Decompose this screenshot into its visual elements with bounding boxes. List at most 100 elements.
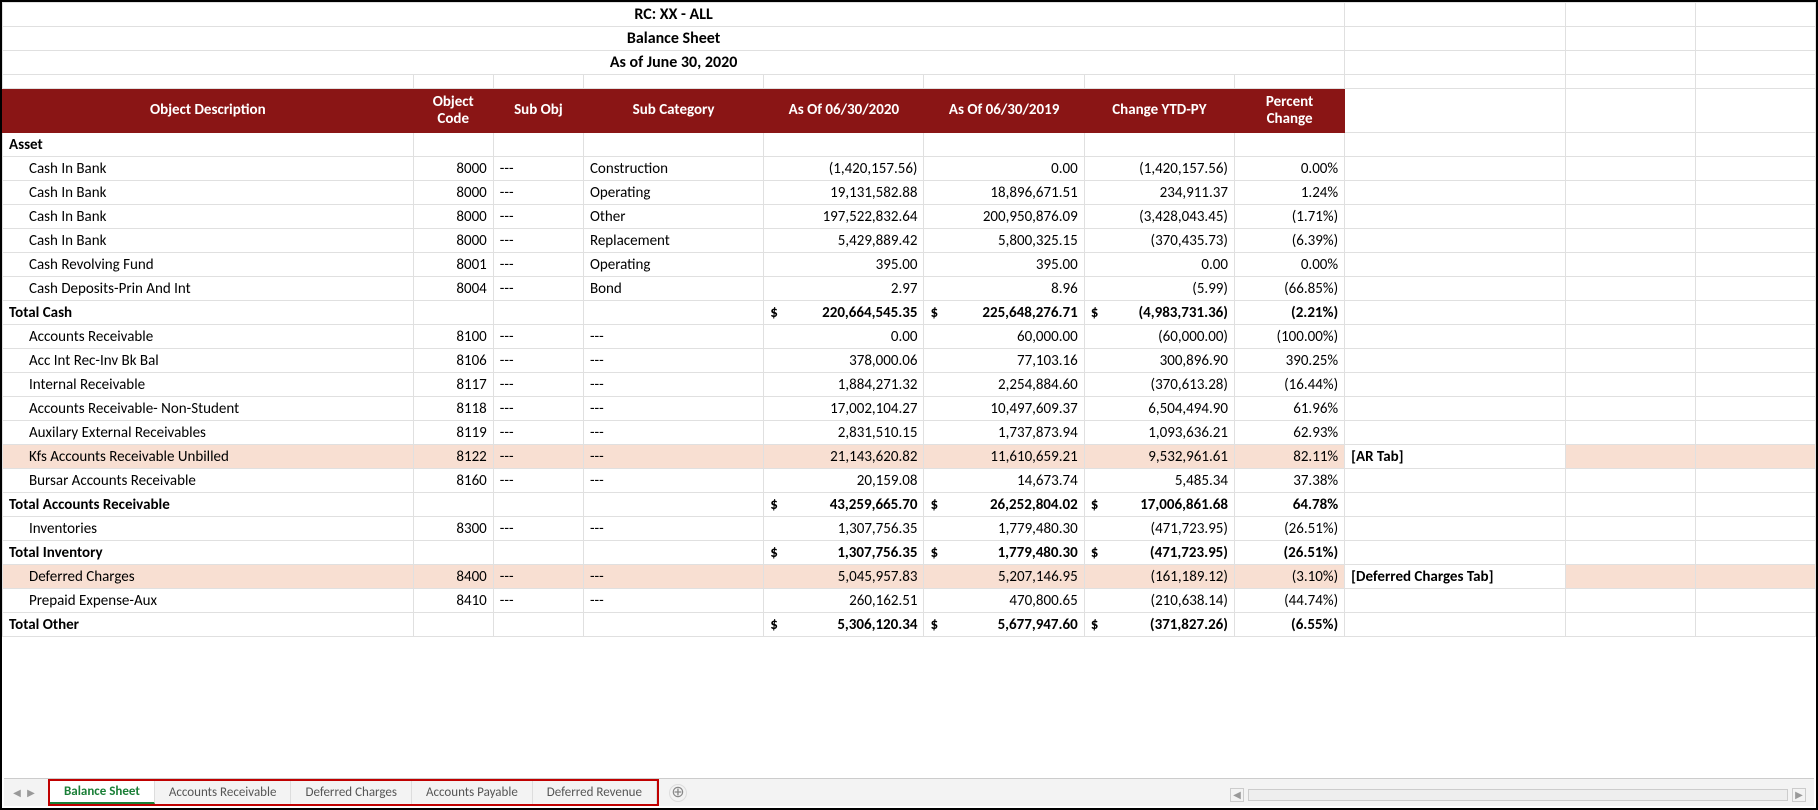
- cell-pct: (26.51%): [1234, 517, 1344, 541]
- cell-chg: (5.99): [1084, 277, 1234, 301]
- cell-pct: 82.11%: [1234, 445, 1344, 469]
- cell-v1: 5,045,957.83: [764, 565, 924, 589]
- cell-description: Auxilary External Receivables: [3, 421, 414, 445]
- table-row: Cash In Bank8000---Replacement5,429,889.…: [3, 229, 1816, 253]
- cell-v2: 11,610,659.21: [924, 445, 1084, 469]
- cell-v1: 378,000.06: [764, 349, 924, 373]
- total-v2: $225,648,276.71: [924, 301, 1084, 325]
- cell-chg: 1,093,636.21: [1084, 421, 1234, 445]
- cell-category: ---: [583, 589, 763, 613]
- cell-category: ---: [583, 421, 763, 445]
- cell-description: Cash In Bank: [3, 229, 414, 253]
- cell-chg: 234,911.37: [1084, 181, 1234, 205]
- cell-v2: 0.00: [924, 157, 1084, 181]
- tab-accounts-payable[interactable]: Accounts Payable: [412, 781, 533, 804]
- cell-sub: ---: [493, 373, 583, 397]
- col-as-of-2019: As Of 06/30/2019: [924, 89, 1084, 133]
- cell-category: ---: [583, 469, 763, 493]
- cell-sub: ---: [493, 445, 583, 469]
- table-row: Inventories8300------1,307,756.351,779,4…: [3, 517, 1816, 541]
- cell-sub: ---: [493, 157, 583, 181]
- cell-pct: (44.74%): [1234, 589, 1344, 613]
- total-v2: $1,779,480.30: [924, 541, 1084, 565]
- cell-v2: 200,950,876.09: [924, 205, 1084, 229]
- total-chg: $17,006,861.68: [1084, 493, 1234, 517]
- cell-pct: 1.24%: [1234, 181, 1344, 205]
- cell-pct: 62.93%: [1234, 421, 1344, 445]
- total-chg: $(371,827.26): [1084, 613, 1234, 637]
- balance-sheet-grid: RC: XX - ALL Balance Sheet As of June 30…: [2, 2, 1816, 637]
- cell-category: ---: [583, 517, 763, 541]
- cell-v1: (1,420,157.56): [764, 157, 924, 181]
- new-sheet-button[interactable]: ⊕: [669, 784, 687, 802]
- cell-description: Internal Receivable: [3, 373, 414, 397]
- total-chg: $(4,983,731.36): [1084, 301, 1234, 325]
- cell-pct: (6.39%): [1234, 229, 1344, 253]
- col-sub-category: Sub Category: [583, 89, 763, 133]
- cell-sub: ---: [493, 349, 583, 373]
- table-row: Deferred Charges8400------5,045,957.835,…: [3, 565, 1816, 589]
- cell-chg: 0.00: [1084, 253, 1234, 277]
- cell-v2: 10,497,609.37: [924, 397, 1084, 421]
- total-row: Total Inventory$1,307,756.35$1,779,480.3…: [3, 541, 1816, 565]
- total-v1: $1,307,756.35: [764, 541, 924, 565]
- table-row: Cash Revolving Fund8001---Operating395.0…: [3, 253, 1816, 277]
- cell-sub: ---: [493, 517, 583, 541]
- cell-category: ---: [583, 397, 763, 421]
- scroll-left-icon[interactable]: ◀: [1230, 788, 1244, 802]
- cell-pct: 61.96%: [1234, 397, 1344, 421]
- cell-category: Bond: [583, 277, 763, 301]
- cell-chg: (60,000.00): [1084, 325, 1234, 349]
- tab-accounts-receivable[interactable]: Accounts Receivable: [155, 781, 292, 804]
- cell-description: Cash In Bank: [3, 157, 414, 181]
- col-percent-change: PercentChange: [1234, 89, 1344, 133]
- table-row: Prepaid Expense-Aux8410------260,162.514…: [3, 589, 1816, 613]
- tab-deferred-revenue[interactable]: Deferred Revenue: [533, 781, 657, 804]
- cell-pct: 0.00%: [1234, 253, 1344, 277]
- section-asset: Asset: [3, 133, 1816, 157]
- cell-v1: 17,002,104.27: [764, 397, 924, 421]
- cell-v2: 470,800.65: [924, 589, 1084, 613]
- cell-sub: ---: [493, 229, 583, 253]
- tab-deferred-charges[interactable]: Deferred Charges: [291, 781, 412, 804]
- tab-balance-sheet[interactable]: Balance Sheet: [50, 781, 155, 804]
- total-v1: $220,664,545.35: [764, 301, 924, 325]
- cell-v2: 18,896,671.51: [924, 181, 1084, 205]
- cell-code: 8000: [413, 229, 493, 253]
- cell-pct: (3.10%): [1234, 565, 1344, 589]
- cell-code: 8122: [413, 445, 493, 469]
- cell-v1: 0.00: [764, 325, 924, 349]
- cell-sub: ---: [493, 589, 583, 613]
- total-pct: (26.51%): [1234, 541, 1344, 565]
- horizontal-scrollbar[interactable]: ◀ ▶: [1230, 788, 1806, 802]
- cell-code: 8117: [413, 373, 493, 397]
- cell-sub: ---: [493, 277, 583, 301]
- table-row: Cash In Bank8000---Other197,522,832.6420…: [3, 205, 1816, 229]
- cell-description: Inventories: [3, 517, 414, 541]
- cell-v1: 260,162.51: [764, 589, 924, 613]
- cell-v1: 1,307,756.35: [764, 517, 924, 541]
- cell-pct: (1.71%): [1234, 205, 1344, 229]
- cell-v2: 395.00: [924, 253, 1084, 277]
- total-row: Total Other$5,306,120.34$5,677,947.60$(3…: [3, 613, 1816, 637]
- cell-pct: (66.85%): [1234, 277, 1344, 301]
- tab-nav-prev-icon[interactable]: ◀: [10, 786, 24, 799]
- report-name: Balance Sheet: [3, 27, 1345, 51]
- cell-sub: ---: [493, 205, 583, 229]
- cell-v1: 395.00: [764, 253, 924, 277]
- total-v1: $43,259,665.70: [764, 493, 924, 517]
- cell-category: ---: [583, 373, 763, 397]
- table-row: Cash Deposits-Prin And Int8004---Bond2.9…: [3, 277, 1816, 301]
- cell-v1: 19,131,582.88: [764, 181, 924, 205]
- tab-nav-next-icon[interactable]: ▶: [24, 786, 38, 799]
- cell-chg: (370,435.73): [1084, 229, 1234, 253]
- col-change-ytd-py: Change YTD-PY: [1084, 89, 1234, 133]
- cell-code: 8100: [413, 325, 493, 349]
- cell-code: 8119: [413, 421, 493, 445]
- cell-sub: ---: [493, 469, 583, 493]
- cell-chg: (161,189.12): [1084, 565, 1234, 589]
- cell-v1: 5,429,889.42: [764, 229, 924, 253]
- cell-code: 8118: [413, 397, 493, 421]
- scroll-right-icon[interactable]: ▶: [1792, 788, 1806, 802]
- total-row: Total Accounts Receivable$43,259,665.70$…: [3, 493, 1816, 517]
